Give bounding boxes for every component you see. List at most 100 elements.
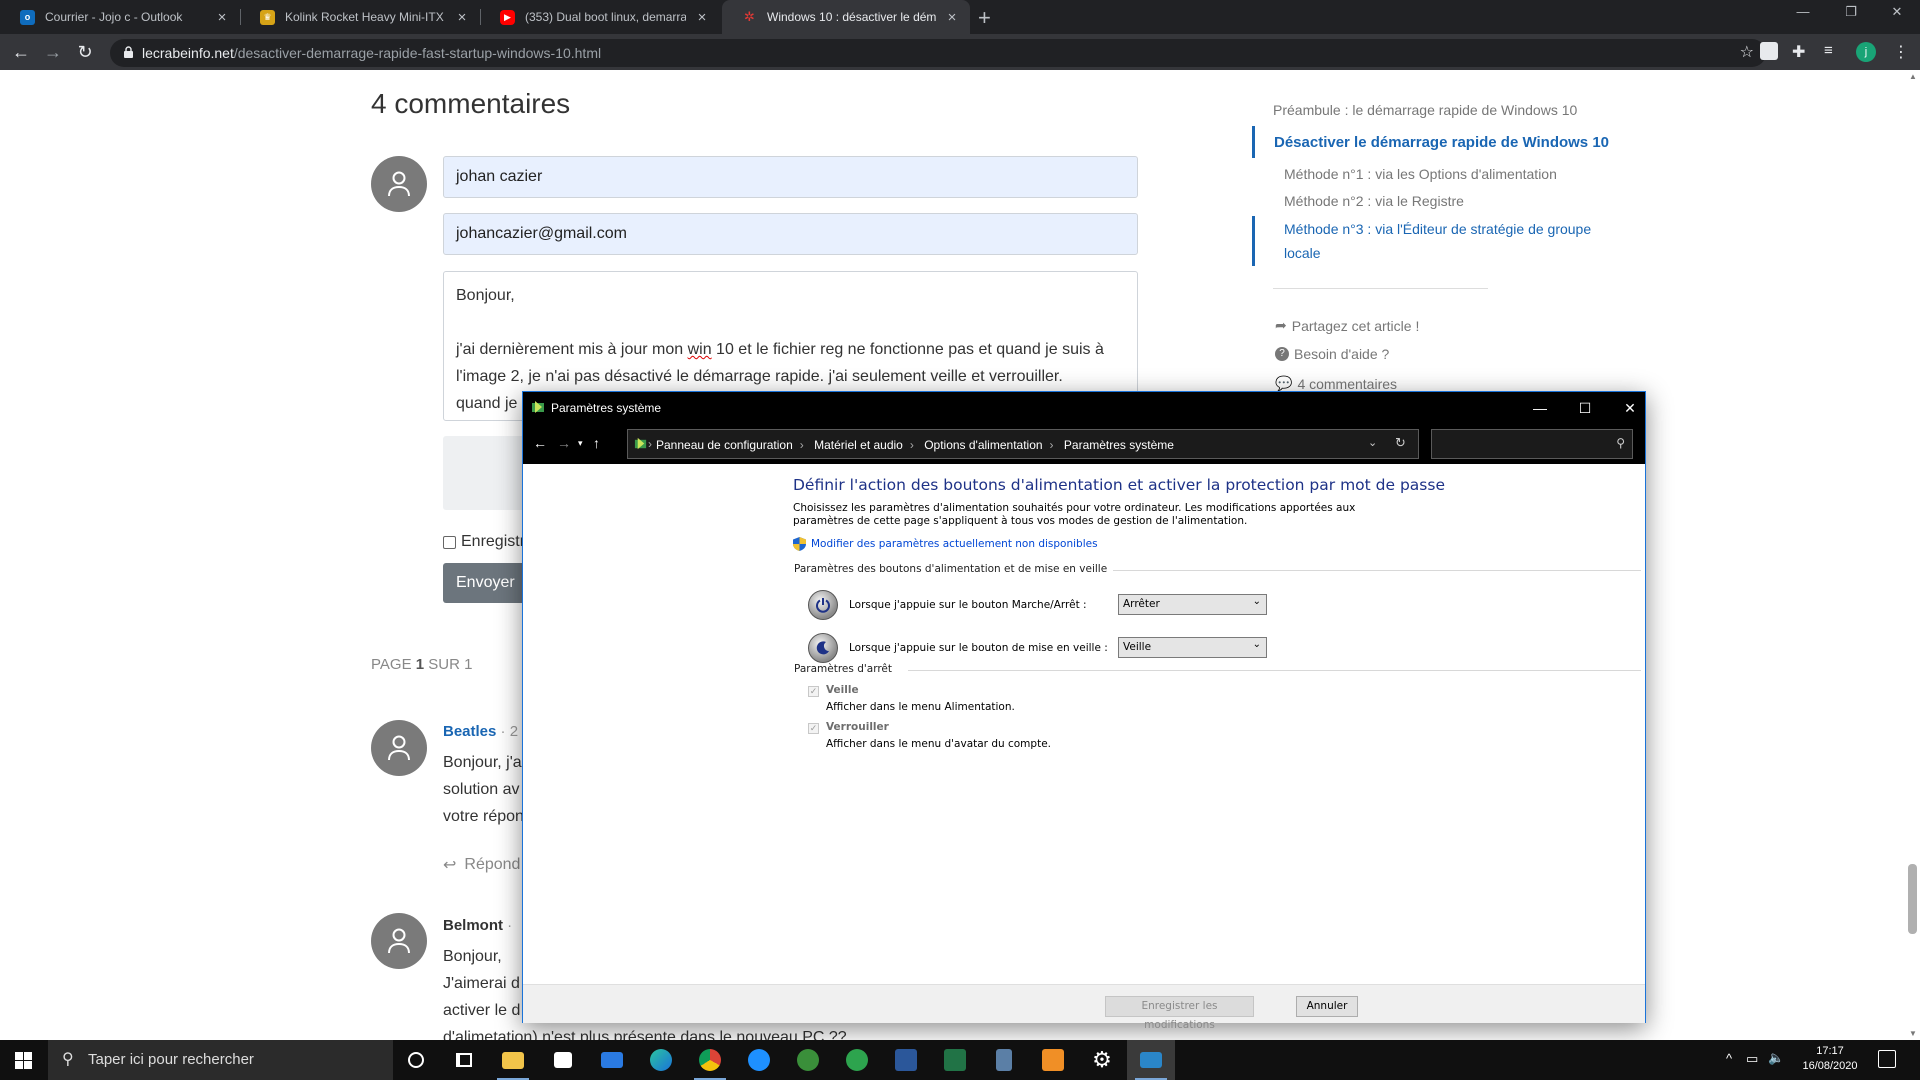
control-panel-icon[interactable] xyxy=(1127,1040,1175,1080)
toc-item-methode2[interactable]: Méthode n°2 : via le Registre xyxy=(1284,193,1464,209)
share-link[interactable]: ➦ Partagez cet article ! xyxy=(1275,317,1419,334)
file-explorer-icon[interactable] xyxy=(489,1040,537,1080)
star-icon[interactable]: ☆ xyxy=(1740,42,1754,62)
browser-toolbar: ← → ↻ lecrabeinfo.net/desactiver-demarra… xyxy=(0,34,1920,70)
reload-icon[interactable]: ↻ xyxy=(74,41,96,63)
close-icon[interactable]: × xyxy=(944,9,960,26)
close-icon[interactable]: × xyxy=(454,9,470,26)
close-icon[interactable]: × xyxy=(694,9,710,26)
sleep-button-dropdown[interactable]: Veille ⌄ xyxy=(1118,637,1267,658)
network-icon[interactable]: ▭ xyxy=(1746,1051,1758,1067)
up-icon[interactable]: ↑ xyxy=(593,435,600,451)
chevron-right-icon: › xyxy=(799,438,804,452)
sleep-button-row: Lorsque j'appuie sur le bouton de mise e… xyxy=(808,633,1108,663)
toc-item-methode1[interactable]: Méthode n°1 : via les Options d'alimenta… xyxy=(1284,166,1557,182)
toc-item-preambule[interactable]: Préambule : le démarrage rapide de Windo… xyxy=(1273,102,1577,118)
app-icon[interactable] xyxy=(784,1040,832,1080)
comment-line: solution av xyxy=(443,781,520,798)
author-name[interactable]: Beatles xyxy=(443,723,496,740)
comments-link[interactable]: 💬 4 commentaires xyxy=(1275,375,1397,392)
scrollbar-thumb[interactable] xyxy=(1908,864,1917,934)
divider xyxy=(908,670,1641,671)
notification-icon[interactable] xyxy=(1878,1050,1896,1068)
share-label: Partagez cet article ! xyxy=(1291,317,1420,334)
scroll-up-arrow-icon[interactable]: ▲ xyxy=(1909,72,1917,81)
email-field[interactable]: johancazier@gmail.com xyxy=(443,213,1138,255)
maximize-icon[interactable]: ☐ xyxy=(1575,398,1595,418)
puzzle-icon[interactable]: ✚ xyxy=(1792,42,1810,61)
tab-title: Windows 10 : désactiver le déma xyxy=(767,10,936,24)
minimize-icon[interactable]: — xyxy=(1530,398,1550,418)
minimize-icon[interactable]: — xyxy=(1780,4,1826,19)
cancel-button[interactable]: Annuler xyxy=(1296,996,1358,1017)
toc-item-methode3-cont[interactable]: locale xyxy=(1284,245,1321,261)
forward-icon[interactable]: → xyxy=(557,435,571,451)
back-icon[interactable]: ← xyxy=(533,435,547,451)
task-view-icon[interactable] xyxy=(440,1040,488,1080)
crown-icon: ♛ xyxy=(260,9,275,25)
media-icon[interactable]: ≡ xyxy=(1824,42,1842,60)
scroll-down-arrow-icon[interactable]: ▼ xyxy=(1909,1029,1917,1038)
volume-icon[interactable]: 🔈 xyxy=(1768,1050,1784,1066)
store-icon[interactable] xyxy=(539,1040,587,1080)
tab-lecrabeinfo[interactable]: ✲ Windows 10 : désactiver le déma × xyxy=(722,0,970,34)
forward-icon[interactable]: → xyxy=(42,41,64,63)
lock-checkbox[interactable]: ✓ xyxy=(808,723,819,734)
close-icon[interactable]: ✕ xyxy=(1620,398,1640,418)
window-titlebar[interactable]: Paramètres système — ☐ ✕ xyxy=(523,392,1645,424)
toc-item-desactiver[interactable]: Désactiver le démarrage rapide de Window… xyxy=(1274,134,1609,151)
word-icon[interactable] xyxy=(882,1040,930,1080)
breadcrumb-item[interactable]: Matériel et audio xyxy=(814,438,903,452)
new-tab-button[interactable]: + xyxy=(978,5,991,31)
tab-youtube[interactable]: ▶ (353) Dual boot linux, demarrage × xyxy=(480,0,720,34)
refresh-icon[interactable]: ↻ xyxy=(1395,435,1406,451)
breadcrumb-item[interactable]: Paramètres système xyxy=(1064,438,1174,452)
excel-icon[interactable] xyxy=(931,1040,979,1080)
taskbar-search[interactable]: ⚲ Taper ici pour rechercher xyxy=(48,1040,393,1080)
menu-icon[interactable]: ⋮ xyxy=(1892,42,1910,61)
settings-gear-icon[interactable]: ⚙ xyxy=(1078,1040,1126,1080)
chevron-up-icon[interactable]: ^ xyxy=(1726,1051,1732,1066)
address-bar[interactable]: lecrabeinfo.net/desactiver-demarrage-rap… xyxy=(110,39,1766,67)
name-field[interactable]: johan cazier xyxy=(443,156,1138,198)
reply-link[interactable]: ↩ Répond xyxy=(443,855,520,875)
close-window-icon[interactable]: ✕ xyxy=(1874,4,1920,20)
breadcrumb-item[interactable]: Options d'alimentation xyxy=(924,438,1042,452)
start-button[interactable] xyxy=(0,1040,48,1080)
modify-settings-link[interactable]: Modifier des paramètres actuellement non… xyxy=(793,537,1098,551)
url-domain: lecrabeinfo.net xyxy=(142,45,234,61)
help-link[interactable]: ? Besoin d'aide ? xyxy=(1275,346,1389,362)
address-bar[interactable]: › Panneau de configuration › Matériel et … xyxy=(627,429,1419,459)
sublime-text-icon[interactable] xyxy=(1029,1040,1077,1080)
back-icon[interactable]: ← xyxy=(10,41,32,63)
misspelled-word: win xyxy=(687,341,712,358)
comment-author[interactable]: Beatles · 2 xyxy=(443,723,518,740)
power-button-dropdown[interactable]: Arrêter ⌄ xyxy=(1118,594,1267,615)
mail-icon[interactable] xyxy=(588,1040,636,1080)
close-icon[interactable]: × xyxy=(214,9,230,26)
tab-kolink[interactable]: ♛ Kolink Rocket Heavy Mini-ITX Ca × xyxy=(240,0,480,34)
tab-outlook[interactable]: o Courrier - Jojo c - Outlook × xyxy=(0,0,240,34)
calculator-icon[interactable] xyxy=(980,1040,1028,1080)
clock[interactable]: 17:17 16/08/2020 xyxy=(1795,1044,1865,1074)
breadcrumb-item[interactable]: Panneau de configuration xyxy=(656,438,793,452)
save-info-checkbox[interactable]: Enregistr xyxy=(443,533,525,551)
modify-link-label[interactable]: Modifier des paramètres actuellement non… xyxy=(811,538,1098,550)
toc-item-methode3[interactable]: Méthode n°3 : via l'Éditeur de stratégie… xyxy=(1284,221,1591,237)
checkbox-box[interactable] xyxy=(443,535,456,549)
messenger-icon[interactable] xyxy=(735,1040,783,1080)
sleep-checkbox[interactable]: ✓ xyxy=(808,686,819,697)
edge-icon[interactable] xyxy=(637,1040,685,1080)
profile-avatar[interactable]: j xyxy=(1856,42,1876,62)
restore-icon[interactable]: ❐ xyxy=(1828,4,1874,20)
xbox-icon[interactable] xyxy=(833,1040,881,1080)
comments-title: 4 commentaires xyxy=(371,88,571,119)
extension-pocket-icon[interactable] xyxy=(1760,42,1778,60)
recent-locations-icon[interactable]: ▾ xyxy=(578,438,583,449)
cortana-icon[interactable] xyxy=(392,1040,440,1080)
chevron-down-icon[interactable]: ⌄ xyxy=(1368,436,1377,449)
page-scrollbar[interactable]: ▲ ▼ xyxy=(1905,70,1920,1040)
search-input[interactable]: ⚲ xyxy=(1431,429,1633,459)
save-changes-button[interactable]: Enregistrer les modifications xyxy=(1105,996,1254,1031)
chrome-icon[interactable] xyxy=(686,1040,734,1080)
